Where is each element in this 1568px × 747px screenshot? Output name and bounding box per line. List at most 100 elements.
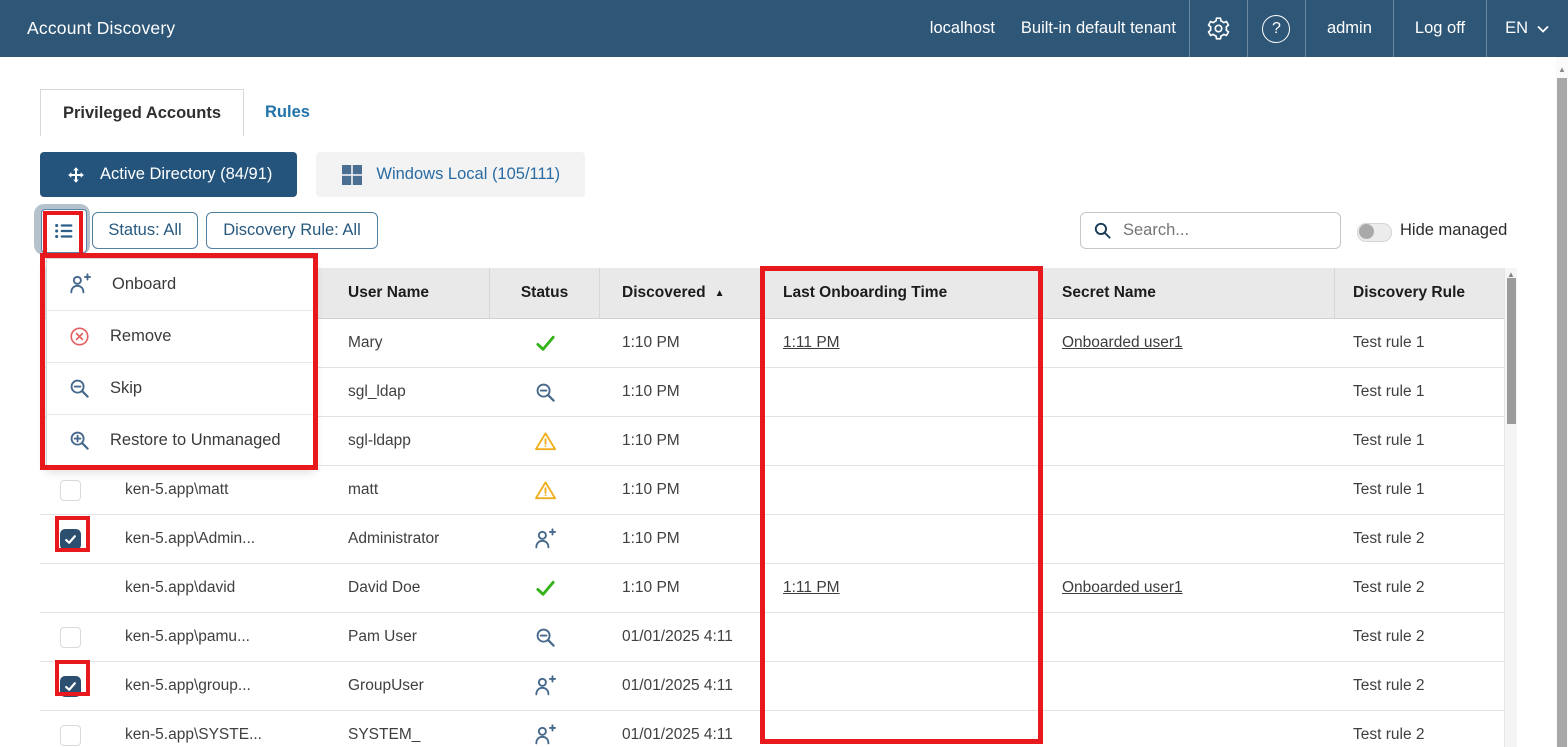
table-row[interactable]: ken-5.app\SYSTE...SYSTEM_01/01/2025 4:11… bbox=[40, 711, 1504, 747]
status-cell bbox=[490, 662, 600, 710]
discovery-rule-cell: Test rule 2 bbox=[1335, 711, 1504, 747]
last-onboarding-link[interactable]: 1:11 PM bbox=[783, 579, 840, 597]
select-cell bbox=[40, 564, 100, 612]
search-icon bbox=[1093, 221, 1112, 240]
host-label: localhost bbox=[917, 0, 1008, 57]
last-onboarding-link[interactable]: 1:11 PM bbox=[783, 334, 840, 352]
chevron-down-icon bbox=[1536, 24, 1550, 34]
help-button[interactable]: ? bbox=[1247, 0, 1305, 57]
menu-item-remove[interactable]: Remove bbox=[47, 310, 313, 362]
column-header-last_onboarding[interactable]: Last Onboarding Time bbox=[762, 268, 1042, 318]
row-checkbox[interactable] bbox=[60, 627, 81, 648]
row-checkbox-checked[interactable] bbox=[60, 676, 81, 697]
status-cell bbox=[490, 515, 600, 563]
discovery-rule-filter-button[interactable]: Discovery Rule: All bbox=[206, 212, 378, 249]
row-checkbox[interactable] bbox=[60, 725, 81, 746]
secret-name-cell bbox=[1042, 466, 1335, 514]
account-name-cell: ken-5.app\Admin... bbox=[100, 515, 330, 563]
secret-name-cell bbox=[1042, 368, 1335, 416]
discovered-cell: 01/01/2025 4:11 bbox=[600, 711, 762, 747]
status-filter-button[interactable]: Status: All bbox=[92, 212, 198, 249]
bulk-actions-button[interactable] bbox=[41, 209, 87, 253]
table-row[interactable]: ken-5.app\mattmatt1:10 PMTest rule 1 bbox=[40, 466, 1504, 515]
status-cell bbox=[490, 319, 600, 367]
tab-bar: Privileged Accounts Rules bbox=[40, 89, 331, 136]
user-plus-icon bbox=[533, 674, 558, 699]
page-scrollbar-thumb[interactable] bbox=[1557, 78, 1567, 747]
tab-privileged-accounts[interactable]: Privileged Accounts bbox=[40, 89, 244, 136]
select-cell bbox=[40, 662, 100, 710]
row-checkbox-checked[interactable] bbox=[60, 529, 81, 550]
status-cell bbox=[490, 368, 600, 416]
last-onboarding-cell bbox=[762, 368, 1042, 416]
last-onboarding-cell: 1:11 PM bbox=[762, 319, 1042, 367]
active-directory-button[interactable]: Active Directory (84/91) bbox=[40, 152, 297, 197]
search-box bbox=[1080, 212, 1341, 249]
settings-button[interactable] bbox=[1189, 0, 1247, 57]
discovered-cell: 01/01/2025 4:11 bbox=[600, 662, 762, 710]
user-name-cell: sgl-ldapp bbox=[330, 417, 490, 465]
user-plus-icon bbox=[533, 723, 558, 747]
user-menu[interactable]: admin bbox=[1305, 0, 1393, 57]
user-name-cell: SYSTEM_ bbox=[330, 711, 490, 747]
status-cell bbox=[490, 613, 600, 661]
secret-name-cell bbox=[1042, 662, 1335, 710]
column-header-status[interactable]: Status bbox=[490, 268, 600, 318]
secret-name-cell bbox=[1042, 417, 1335, 465]
zoom-minus-icon bbox=[534, 381, 557, 404]
tab-rules[interactable]: Rules bbox=[244, 89, 331, 136]
user-plus-icon bbox=[68, 272, 93, 297]
discovered-cell: 1:10 PM bbox=[600, 368, 762, 416]
secret-name-link[interactable]: Onboarded user1 bbox=[1062, 579, 1183, 597]
top-bar: Account Discovery localhost Built-in def… bbox=[0, 0, 1568, 57]
column-header-discovered[interactable]: Discovered▲ bbox=[600, 268, 762, 318]
column-header-rule[interactable]: Discovery Rule bbox=[1335, 268, 1504, 318]
search-input[interactable] bbox=[1121, 220, 1325, 241]
windows-local-button[interactable]: Windows Local (105/111) bbox=[316, 152, 585, 197]
warning-icon bbox=[534, 430, 557, 453]
status-cell bbox=[490, 417, 600, 465]
page-scrollbar: ▲ bbox=[1556, 57, 1568, 747]
last-onboarding-cell bbox=[762, 662, 1042, 710]
secret-name-cell: Onboarded user1 bbox=[1042, 319, 1335, 367]
menu-item-label: Skip bbox=[110, 379, 142, 398]
page-scroll-up-arrow-icon[interactable]: ▲ bbox=[1556, 65, 1568, 74]
last-onboarding-cell bbox=[762, 711, 1042, 747]
user-name-cell: GroupUser bbox=[330, 662, 490, 710]
language-label: EN bbox=[1505, 19, 1528, 38]
select-cell bbox=[40, 515, 100, 563]
last-onboarding-cell bbox=[762, 466, 1042, 514]
account-name-cell: ken-5.app\matt bbox=[100, 466, 330, 514]
table-scrollbar-thumb[interactable] bbox=[1507, 278, 1516, 424]
row-checkbox[interactable] bbox=[60, 480, 81, 501]
check-icon bbox=[534, 577, 557, 600]
table-row[interactable]: ken-5.app\Admin...Administrator1:10 PMTe… bbox=[40, 515, 1504, 564]
menu-item-restore-to-unmanaged[interactable]: Restore to Unmanaged bbox=[47, 414, 313, 466]
topbar-right: localhost Built-in default tenant ? admi… bbox=[917, 0, 1568, 57]
select-cell bbox=[40, 711, 100, 747]
hide-managed-toggle[interactable] bbox=[1357, 223, 1392, 242]
help-icon: ? bbox=[1262, 15, 1290, 43]
menu-item-onboard[interactable]: Onboard bbox=[47, 259, 313, 310]
user-name-cell: matt bbox=[330, 466, 490, 514]
remove-circle-icon bbox=[68, 325, 91, 348]
zoom-minus-icon bbox=[534, 626, 557, 649]
account-name-cell: ken-5.app\pamu... bbox=[100, 613, 330, 661]
language-selector[interactable]: EN bbox=[1486, 0, 1568, 57]
column-header-secret[interactable]: Secret Name bbox=[1042, 268, 1335, 318]
user-name-cell: David Doe bbox=[330, 564, 490, 612]
menu-item-label: Onboard bbox=[112, 275, 176, 294]
last-onboarding-cell bbox=[762, 515, 1042, 563]
table-row[interactable]: ken-5.app\group...GroupUser01/01/2025 4:… bbox=[40, 662, 1504, 711]
user-name-cell: sgl_ldap bbox=[330, 368, 490, 416]
logoff-button[interactable]: Log off bbox=[1393, 0, 1486, 57]
column-header-user[interactable]: User Name bbox=[330, 268, 490, 318]
secret-name-link[interactable]: Onboarded user1 bbox=[1062, 334, 1183, 352]
account-discovery-page: Account Discovery localhost Built-in def… bbox=[0, 0, 1568, 747]
table-row[interactable]: ken-5.app\pamu...Pam User01/01/2025 4:11… bbox=[40, 613, 1504, 662]
menu-item-skip[interactable]: Skip bbox=[47, 362, 313, 414]
menu-item-label: Remove bbox=[110, 327, 171, 346]
discovered-cell: 1:10 PM bbox=[600, 466, 762, 514]
table-row[interactable]: ken-5.app\davidDavid Doe1:10 PM1:11 PMOn… bbox=[40, 564, 1504, 613]
discovery-rule-cell: Test rule 1 bbox=[1335, 417, 1504, 465]
